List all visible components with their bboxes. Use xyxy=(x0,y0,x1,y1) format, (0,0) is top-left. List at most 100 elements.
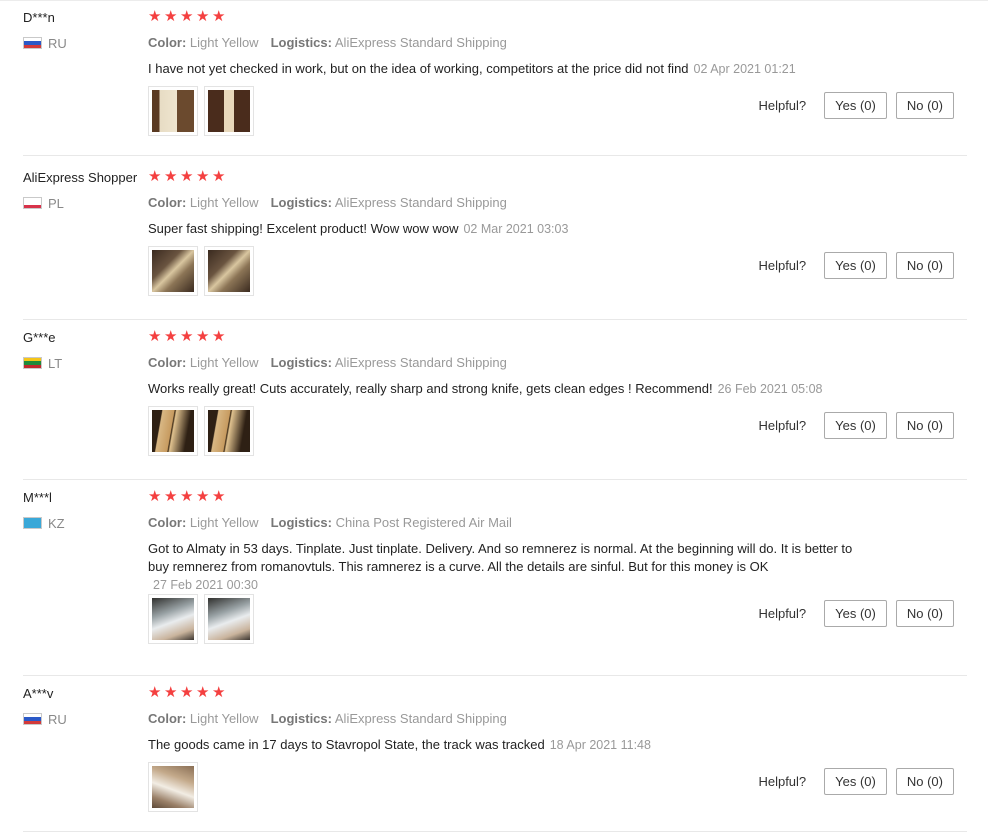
review-photo-thumbnail[interactable] xyxy=(204,86,254,136)
box-with-cutter-photo xyxy=(152,90,194,132)
helpful-yes-button[interactable]: Yes (0) xyxy=(824,252,887,279)
helpful-vote: Helpful? Yes (0) No (0) xyxy=(758,92,954,119)
reviewer-name: G***e xyxy=(23,330,56,345)
star-icon: ★ xyxy=(180,684,194,701)
review-body: Got to Almaty in 53 days. Tinplate. Just… xyxy=(148,541,853,574)
review-content: ★ ★ ★ ★ ★ Color: Light Yellow Logistics: AliEx… xyxy=(148,684,960,832)
helpful-no-button[interactable]: No (0) xyxy=(895,600,954,627)
review-photo-thumbnail[interactable] xyxy=(148,406,198,456)
order-attributes: Color: Light Yellow Logistics: AliExpress… xyxy=(148,711,960,727)
star-icon: ★ xyxy=(180,328,194,345)
logistics-value: AliExpress Standard Shipping xyxy=(334,355,507,370)
helpful-vote: Helpful? Yes (0) No (0) xyxy=(758,412,954,439)
star-rating: ★ ★ ★ ★ ★ xyxy=(148,684,960,702)
review-date: 26 Feb 2021 05:08 xyxy=(717,382,823,396)
helpful-yes-button[interactable]: Yes (0) xyxy=(824,600,887,627)
review-photos xyxy=(148,86,254,136)
star-icon: ★ xyxy=(164,488,178,505)
reviewer-country: LT xyxy=(23,355,148,371)
color-value: Light Yellow xyxy=(189,515,259,530)
review-photos xyxy=(148,406,254,456)
country-flag-icon xyxy=(23,713,42,725)
reviewer-info: AliExpress Shopper PL xyxy=(23,170,148,211)
helpful-label: Helpful? xyxy=(758,418,807,433)
review-date: 18 Apr 2021 11:48 xyxy=(549,738,651,752)
reviewer-info: G***e LT xyxy=(23,330,148,371)
review-date: 02 Apr 2021 01:21 xyxy=(693,62,796,76)
country-code: KZ xyxy=(48,515,65,531)
helpful-yes-button[interactable]: Yes (0) xyxy=(824,92,887,119)
review-photos xyxy=(148,594,254,644)
reviewer-country: RU xyxy=(23,35,148,51)
helpful-no-button[interactable]: No (0) xyxy=(895,768,954,795)
star-icon: ★ xyxy=(212,168,226,185)
review-text: Got to Almaty in 53 days. Tinplate. Just… xyxy=(148,540,863,594)
star-icon: ★ xyxy=(212,488,226,505)
helpful-yes-button[interactable]: Yes (0) xyxy=(824,768,887,795)
reviewer-country: RU xyxy=(23,712,148,727)
review-text: I have not yet checked in work, but on t… xyxy=(148,60,863,78)
helpful-label: Helpful? xyxy=(758,606,807,621)
color-value: Light Yellow xyxy=(189,35,259,50)
color-label: Color: xyxy=(148,515,187,530)
star-icon: ★ xyxy=(180,8,194,25)
country-code: RU xyxy=(48,35,67,51)
review-content: ★ ★ ★ ★ ★ Color: Light Yellow Logistics: China… xyxy=(148,488,960,644)
reviewer-country: KZ xyxy=(23,515,148,531)
package-in-hand-photo xyxy=(208,598,250,640)
review-photo-thumbnail[interactable] xyxy=(148,246,198,296)
star-icon: ★ xyxy=(196,8,210,25)
star-icon: ★ xyxy=(180,488,194,505)
helpful-label: Helpful? xyxy=(758,258,807,273)
review-photo-thumbnail[interactable] xyxy=(204,594,254,644)
star-icon: ★ xyxy=(212,328,226,345)
helpful-no-button[interactable]: No (0) xyxy=(895,252,954,279)
cross-shaped-part-photo xyxy=(208,90,250,132)
review-photo-thumbnail[interactable] xyxy=(204,246,254,296)
color-value: Light Yellow xyxy=(189,355,259,370)
country-flag-icon xyxy=(23,357,42,369)
item-on-floor-photo xyxy=(152,766,194,808)
star-icon: ★ xyxy=(148,168,162,185)
helpful-vote: Helpful? Yes (0) No (0) xyxy=(758,768,954,795)
reviewer-name: M***l xyxy=(23,490,52,505)
star-icon: ★ xyxy=(148,328,162,345)
logistics-label: Logistics: xyxy=(270,355,332,370)
helpful-label: Helpful? xyxy=(758,774,807,789)
cut-edges-photo xyxy=(152,410,194,452)
helpful-yes-button[interactable]: Yes (0) xyxy=(824,412,887,439)
star-rating: ★ ★ ★ ★ ★ xyxy=(148,328,960,346)
logistics-value: AliExpress Standard Shipping xyxy=(334,35,507,50)
logistics-label: Logistics: xyxy=(270,35,332,50)
reviewer-name: A***v xyxy=(23,686,54,701)
color-label: Color: xyxy=(148,195,187,210)
reviewer-name: D***n xyxy=(23,10,55,25)
review-photo-thumbnail[interactable] xyxy=(148,86,198,136)
review-text: The goods came in 17 days to Stavropol S… xyxy=(148,736,863,754)
helpful-no-button[interactable]: No (0) xyxy=(895,412,954,439)
reviewer-info: D***n RU xyxy=(23,10,148,51)
order-attributes: Color: Light Yellow Logistics: AliExpress… xyxy=(148,35,960,51)
helpful-no-button[interactable]: No (0) xyxy=(895,92,954,119)
package-in-hand-photo xyxy=(152,598,194,640)
country-flag-icon xyxy=(23,517,42,529)
review-photo-thumbnail[interactable] xyxy=(204,406,254,456)
star-icon: ★ xyxy=(196,328,210,345)
review-photo-thumbnail[interactable] xyxy=(148,594,198,644)
review-body: Super fast shipping! Excelent product! W… xyxy=(148,221,459,236)
star-icon: ★ xyxy=(196,684,210,701)
logistics-label: Logistics: xyxy=(270,711,332,726)
review-item: AliExpress Shopper PL ★ ★ ★ ★ ★ Color: Light Ye… xyxy=(23,160,967,320)
star-icon: ★ xyxy=(148,488,162,505)
review-date: 27 Feb 2021 00:30 xyxy=(153,578,258,592)
reviewer-info: A***v RU xyxy=(23,686,148,727)
helpful-vote: Helpful? Yes (0) No (0) xyxy=(758,600,954,627)
country-code: LT xyxy=(48,355,63,371)
country-flag-icon xyxy=(23,37,42,49)
review-content: ★ ★ ★ ★ ★ Color: Light Yellow Logistics: AliEx… xyxy=(148,168,960,316)
review-photo-thumbnail[interactable] xyxy=(148,762,198,812)
helpful-vote: Helpful? Yes (0) No (0) xyxy=(758,252,954,279)
star-icon: ★ xyxy=(164,328,178,345)
country-flag-icon xyxy=(23,197,42,209)
star-rating: ★ ★ ★ ★ ★ xyxy=(148,8,960,26)
